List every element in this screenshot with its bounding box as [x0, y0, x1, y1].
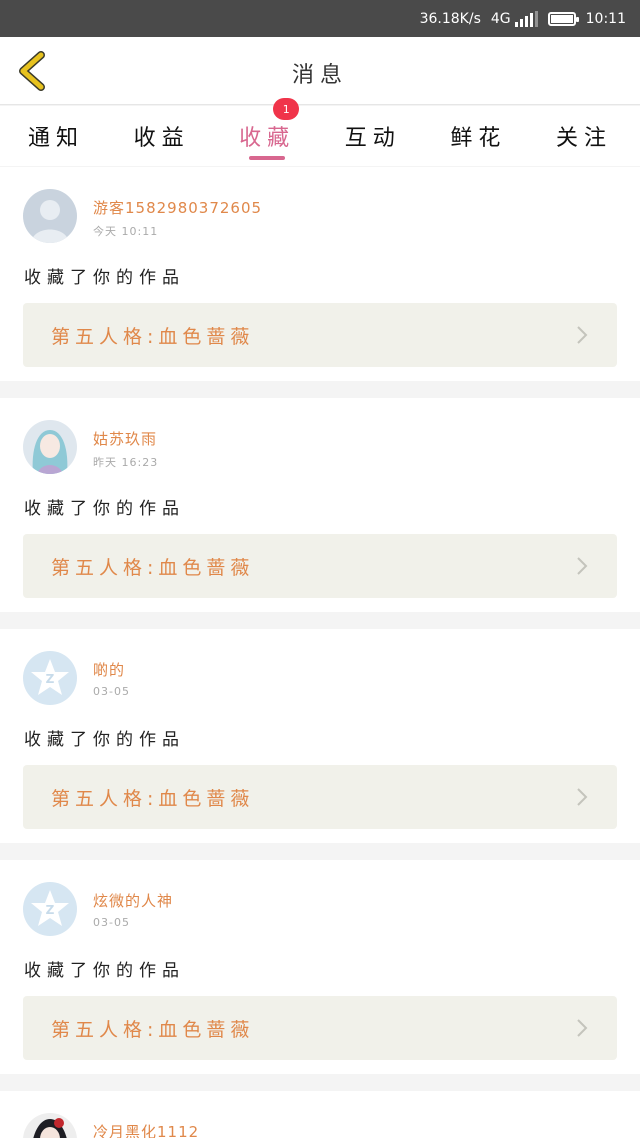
user-name[interactable]: 姑苏玖雨 [93, 428, 157, 449]
tab-flowers[interactable]: 鲜花 [442, 106, 514, 166]
user-name[interactable]: 炫微的人神 [93, 890, 173, 911]
message-card: 游客1582980372605 今天 10:11 收藏了你的作品 第五人格:血色… [0, 167, 640, 381]
default-avatar-icon[interactable] [23, 189, 77, 243]
message-card: 姑苏玖雨 昨天 16:23 收藏了你的作品 第五人格:血色蔷薇 [0, 398, 640, 612]
chevron-right-icon [577, 326, 588, 344]
svg-text:Z: Z [46, 672, 55, 686]
qzone-avatar-icon[interactable]: Z [23, 651, 77, 705]
anime-avatar[interactable] [23, 420, 77, 474]
work-title: 第五人格:血色蔷薇 [51, 325, 255, 348]
timestamp: 03-05 [93, 916, 130, 929]
tab-label: 互动 [344, 126, 401, 151]
action-text: 收藏了你的作品 [24, 961, 185, 981]
action-text: 收藏了你的作品 [24, 499, 185, 519]
work-link[interactable]: 第五人格:血色蔷薇 [23, 765, 617, 829]
work-title: 第五人格:血色蔷薇 [51, 556, 255, 579]
chevron-right-icon [577, 557, 588, 575]
battery-icon [547, 11, 579, 26]
signal-icon [514, 10, 538, 27]
message-card: Z 啲的 03-05 收藏了你的作品 第五人格:血色蔷薇 [0, 629, 640, 843]
nav-bar: 消息 [0, 37, 640, 105]
timestamp: 03-05 [93, 685, 130, 698]
svg-text:Z: Z [46, 903, 55, 917]
clock: 10:11 [585, 10, 626, 27]
qzone-avatar-icon[interactable]: Z [23, 882, 77, 936]
net-speed: 36.18K/s [419, 10, 481, 27]
tab-label: 收益 [133, 126, 190, 151]
tab-label: 关注 [555, 126, 612, 151]
work-title: 第五人格:血色蔷薇 [51, 1018, 255, 1041]
tab-interact[interactable]: 互动 [337, 106, 409, 166]
work-title: 第五人格:血色蔷薇 [51, 787, 255, 810]
work-link[interactable]: 第五人格:血色蔷薇 [23, 534, 617, 598]
message-card: 冷月黑化1112 [0, 1091, 640, 1138]
tab-favorites[interactable]: 收藏 1 [231, 98, 303, 166]
action-text: 收藏了你的作品 [24, 730, 185, 750]
work-link[interactable]: 第五人格:血色蔷薇 [23, 996, 617, 1060]
chevron-right-icon [577, 788, 588, 806]
chevron-right-icon [577, 1019, 588, 1037]
active-tab-indicator [249, 156, 286, 160]
status-bar: 36.18K/s 4G 10:11 [0, 0, 640, 37]
tab-earnings[interactable]: 收益 [126, 106, 198, 166]
user-name[interactable]: 啲的 [93, 659, 125, 680]
tab-notify[interactable]: 通知 [20, 106, 92, 166]
action-text: 收藏了你的作品 [24, 268, 185, 288]
page-title: 消息 [291, 63, 348, 88]
work-link[interactable]: 第五人格:血色蔷薇 [23, 303, 617, 367]
timestamp: 昨天 16:23 [93, 456, 159, 469]
tab-label: 鲜花 [450, 126, 507, 151]
anime-avatar[interactable] [23, 1113, 77, 1138]
user-name[interactable]: 游客1582980372605 [93, 197, 262, 218]
tab-label: 通知 [27, 126, 84, 151]
tab-follow[interactable]: 关注 [548, 106, 620, 166]
tab-bar: 通知 收益 收藏 1 互动 鲜花 关注 [0, 98, 640, 166]
user-name[interactable]: 冷月黑化1112 [93, 1121, 199, 1138]
message-card: Z 炫微的人神 03-05 收藏了你的作品 第五人格:血色蔷薇 [0, 860, 640, 1074]
unread-badge: 1 [273, 98, 300, 120]
timestamp: 今天 10:11 [93, 225, 159, 238]
tab-label: 收藏 [239, 126, 296, 151]
network-type: 4G [490, 10, 511, 27]
